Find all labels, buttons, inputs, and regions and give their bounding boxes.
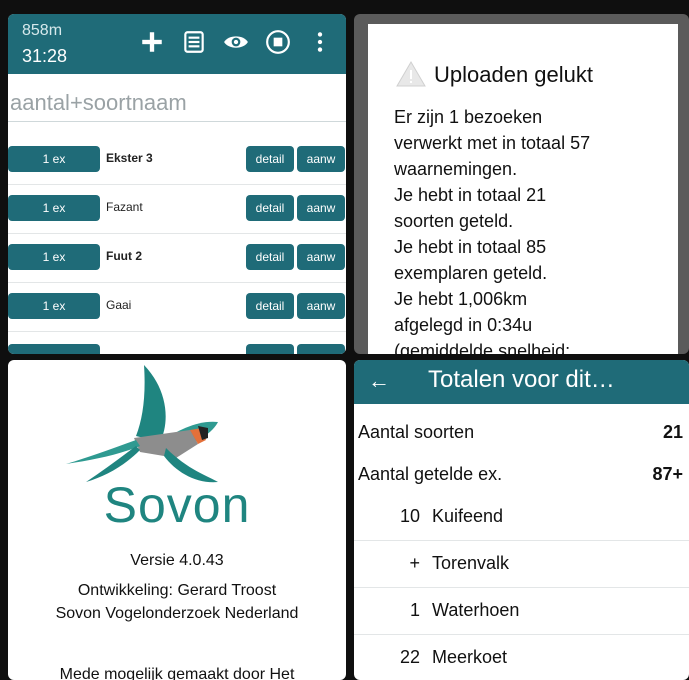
count-button[interactable]: 1 ex [8, 146, 100, 172]
dialog-line: (gemiddelde snelheid: [394, 341, 571, 354]
dialog-line: exemplaren geteld. [394, 263, 548, 283]
organisation-text: Sovon Vogelonderzoek Nederland [55, 605, 299, 622]
dialog-line: Je hebt 1,006km [394, 289, 528, 309]
arrow-left-icon[interactable]: ← [368, 368, 390, 394]
total-count: 1 [409, 600, 420, 620]
dialog-line: afgelegd in 0:34u [394, 315, 533, 335]
list-item: 1 ex Ekster 3 detail aanw [8, 136, 346, 185]
version-text: Versie 4.0.43 [130, 552, 224, 569]
dialog-line: Je hebt in totaal 21 [394, 185, 547, 205]
stat-value: 87+ [652, 464, 683, 484]
dialog-line: waarnemingen. [394, 159, 518, 179]
total-species: Waterhoen [432, 600, 520, 620]
detail-button[interactable]: detail [246, 244, 294, 270]
page-title: Totalen voor dit… [428, 366, 615, 393]
total-count: 10 [399, 506, 420, 526]
list-item: 1 ex Fazant detail aanw [8, 185, 346, 234]
total-count: 22 [399, 647, 420, 667]
aanw-button[interactable]: aanw [297, 146, 345, 172]
document-icon[interactable] [180, 28, 208, 56]
list-item[interactable]: + Torenvalk [354, 541, 689, 588]
dialog-title: Uploaden gelukt [434, 62, 594, 87]
stop-icon[interactable] [264, 28, 292, 56]
species-search-input[interactable]: aantal+soortnaam [8, 84, 346, 122]
list-item[interactable]: 22 Meerkoet [354, 635, 689, 680]
stat-label: Aantal soorten [358, 422, 475, 442]
total-species: Kuifeend [432, 506, 504, 526]
species-name: Fuut 2 [106, 249, 142, 263]
stat-label: Aantal getelde ex. [358, 464, 503, 484]
dialog-body: Er zijn 1 bezoeken verwerkt met in totaa… [394, 104, 676, 354]
detail-button[interactable]: detail [246, 293, 294, 319]
observation-list-screen: 858m 31:28 aantal+soortnaam 1 ex Ekster … [8, 14, 346, 354]
time-readout: 31:28 [22, 46, 68, 66]
aanw-button[interactable] [297, 344, 345, 354]
aanw-button[interactable]: aanw [297, 293, 345, 319]
list-item[interactable]: 1 Waterhoen [354, 588, 689, 635]
total-species: Torenvalk [432, 553, 510, 573]
list-item[interactable]: 10 Kuifeend [354, 494, 689, 541]
species-name: Gaai [106, 298, 132, 312]
list-item: 1 ex Gaai detail aanw [8, 283, 346, 332]
dialog-line: soorten geteld. [394, 211, 514, 231]
distance-readout: 858m [22, 22, 63, 39]
species-name: Fazant [106, 200, 143, 214]
app-bar: ← Totalen voor dit… [354, 360, 689, 404]
species-name: Ekster 3 [106, 151, 153, 165]
developer-text: Ontwikkeling: Gerard Troost [77, 582, 277, 599]
count-button[interactable]: 1 ex [8, 293, 100, 319]
plus-icon[interactable] [138, 28, 166, 56]
about-screen: Sovon Versie 4.0.43 Ontwikkeling: Gerard… [8, 360, 346, 680]
detail-button[interactable] [246, 344, 294, 354]
detail-button[interactable]: detail [246, 195, 294, 221]
list-item: 1 ex Fuut 2 detail aanw [8, 234, 346, 283]
brand-name: Sovon [103, 477, 251, 533]
credits-text: Mede mogelijk gemaakt door Het [59, 666, 295, 680]
warning-icon [396, 60, 426, 88]
list-item-partial [8, 332, 346, 354]
count-button[interactable]: 1 ex [8, 195, 100, 221]
aanw-button[interactable]: aanw [297, 195, 345, 221]
detail-button[interactable]: detail [246, 146, 294, 172]
total-species: Meerkoet [432, 647, 508, 667]
stat-value: 21 [662, 422, 683, 442]
count-button[interactable]: 1 ex [8, 244, 100, 270]
count-button[interactable] [8, 344, 100, 354]
more-vert-icon[interactable] [306, 28, 334, 56]
totals-screen: ← Totalen voor dit… Aantal soorten 21 Aa… [354, 360, 689, 680]
dialog-line: Er zijn 1 bezoeken [394, 107, 543, 127]
dialog-line: Je hebt in totaal 85 [394, 237, 547, 257]
upload-dialog-screen: Uploaden gelukt Er zijn 1 bezoeken verwe… [354, 14, 689, 354]
app-bar: 858m 31:28 [8, 14, 346, 74]
upload-dialog: Uploaden gelukt Er zijn 1 bezoeken verwe… [368, 24, 678, 354]
dialog-line: verwerkt met in totaal 57 [394, 133, 591, 153]
total-count: + [409, 553, 420, 573]
eye-icon[interactable] [222, 28, 250, 56]
aanw-button[interactable]: aanw [297, 244, 345, 270]
